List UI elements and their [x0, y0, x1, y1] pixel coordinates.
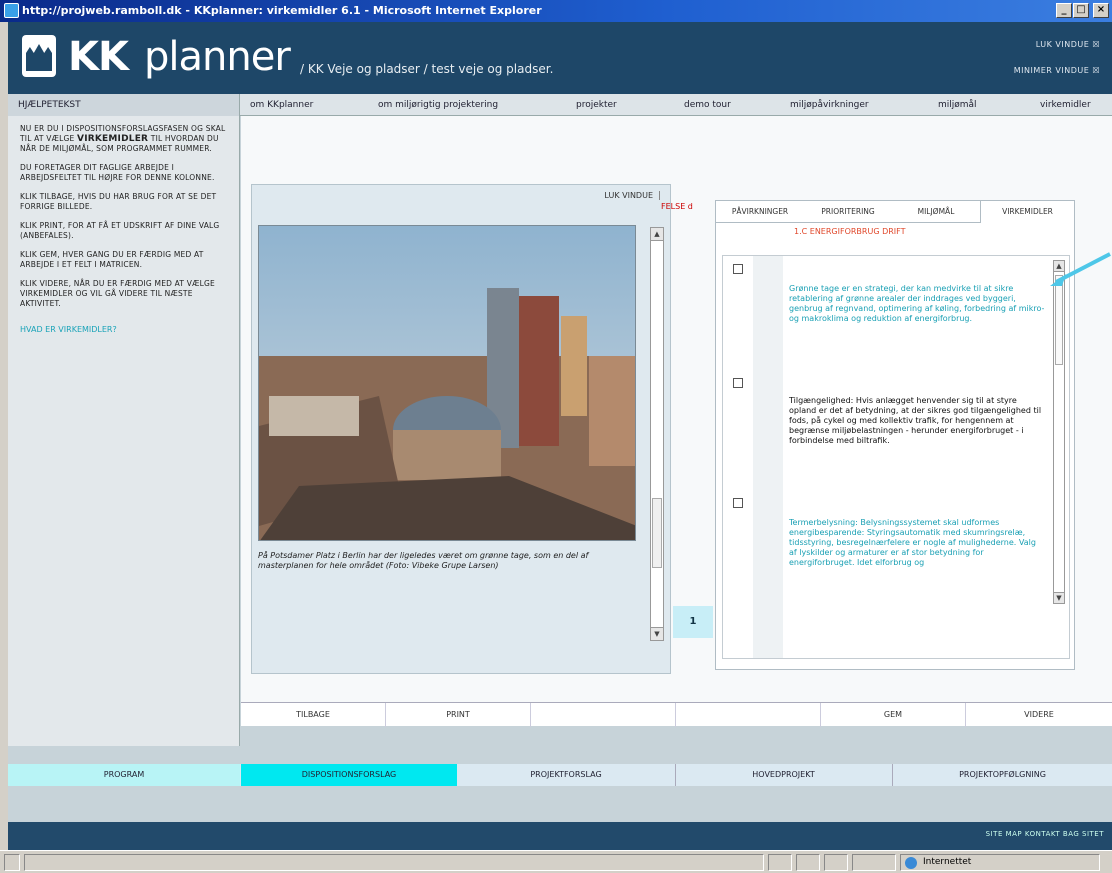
list-gutter	[753, 256, 783, 658]
measure-checkbox[interactable]	[733, 264, 743, 274]
step-hovedprojekt[interactable]: HOVEDPROJEKT	[675, 764, 891, 786]
photo-scrollbar[interactable]: ▲ ▼	[650, 227, 664, 641]
status-bar: Internettet	[0, 850, 1112, 873]
help-text: KLIK PRINT, FOR AT FÅ ET UDSKRIFT AF DIN…	[20, 221, 220, 240]
status-cell	[768, 854, 792, 871]
page-status-icon	[4, 854, 20, 871]
print-button[interactable]: PRINT	[386, 703, 531, 727]
photo-caption: På Potsdamer Platz i Berlin har der lige…	[258, 551, 589, 570]
footer-bar: SITE MAP KONTAKT BAG SITET	[8, 822, 1112, 850]
close-popup-button[interactable]: LUK VINDUE	[604, 191, 660, 200]
help-text: KLIK GEM, HVER GANG DU ER FÆRDIG MED AT …	[20, 250, 204, 269]
app-content: KK planner / KK Veje og pladser / test v…	[8, 22, 1112, 850]
phase-steps: PROGRAM DISPOSITIONSFORSLAG PROJEKTFORSL…	[8, 764, 1112, 786]
tab-prioritering[interactable]: PRIORITERING	[804, 201, 892, 223]
top-nav: HJÆLPETEKST om KKplanner om miljørigtig …	[8, 94, 1112, 116]
minimize-window-link[interactable]: MINIMER VINDUE ☒	[1014, 66, 1100, 75]
measure-item: Termerbelysning: Belysningssystemet skal…	[789, 518, 1036, 567]
copenhagen-crest-logo	[22, 35, 56, 77]
help-text: KLIK TILBAGE, HVIS DU HAR BRUG FOR AT SE…	[20, 192, 217, 211]
scroll-up-icon[interactable]: ▲	[650, 227, 664, 241]
nav-virkemidler[interactable]: virkemidler	[1040, 94, 1091, 116]
nav-om-miljoerigtig[interactable]: om miljørigtig projektering	[378, 94, 498, 116]
ie-icon	[4, 3, 19, 18]
nav-demo-tour[interactable]: demo tour	[684, 94, 731, 116]
empty-button-slot	[676, 703, 821, 727]
footer-links[interactable]: SITE MAP KONTAKT BAG SITET	[986, 830, 1104, 838]
empty-button-slot	[531, 703, 676, 727]
measures-panel: PÅVIRKNINGER PRIORITERING MILJØMÅL VIRKE…	[715, 200, 1075, 670]
tab-paavirkninger[interactable]: PÅVIRKNINGER	[716, 201, 804, 223]
scroll-down-icon[interactable]: ▼	[650, 627, 664, 641]
measure-item: Tilgængelighed: Hvis anlægget henvender …	[789, 396, 1042, 445]
close-window-link[interactable]: LUK VINDUE ☒	[1036, 40, 1100, 49]
zone-label: Internettet	[923, 857, 972, 867]
potsdamer-platz-photo	[258, 225, 636, 541]
measures-list: Grønne tage er en strategi, der kan medv…	[722, 255, 1070, 659]
close-window-button[interactable]: ×	[1093, 3, 1109, 18]
step-program[interactable]: PROGRAM	[8, 764, 240, 786]
measure-checkbox[interactable]	[733, 498, 743, 508]
what-are-measures-link[interactable]: HVAD ER VIRKEMIDLER?	[20, 325, 229, 334]
globe-icon	[905, 857, 917, 869]
browser-window: http://projweb.ramboll.dk - KKplanner: v…	[0, 0, 1112, 873]
title-bar: http://projweb.ramboll.dk - KKplanner: v…	[0, 0, 1112, 22]
status-cell	[824, 854, 848, 871]
step-projektforslag[interactable]: PROJEKTFORSLAG	[458, 764, 674, 786]
panel-tabs: PÅVIRKNINGER PRIORITERING MILJØMÅL VIRKE…	[716, 201, 1074, 223]
help-text: DU FORETAGER DIT FAGLIGE ARBEJDE I ARBEJ…	[20, 163, 215, 182]
nav-miljoemaal[interactable]: miljømål	[938, 94, 977, 116]
matrix-row-number: 1	[673, 606, 713, 638]
nav-miljoepaavirkninger[interactable]: miljøpåvirkninger	[790, 94, 869, 116]
minimize-window-button[interactable]: _	[1056, 3, 1072, 18]
measure-item: Grønne tage er en strategi, der kan medv…	[789, 284, 1045, 323]
brand-kk: KK	[68, 34, 129, 80]
help-heading: HJÆLPETEKST	[8, 94, 240, 116]
step-dispositionsforslag[interactable]: DISPOSITIONSFORSLAG	[241, 764, 457, 786]
status-cell	[852, 854, 896, 871]
back-button[interactable]: TILBAGE	[241, 703, 386, 727]
workspace: LUK VINDUE ▲ ▼ På Potsdamer Platz i Berl…	[241, 116, 1112, 706]
nav-projekter[interactable]: projekter	[576, 94, 617, 116]
window-title: http://projweb.ramboll.dk - KKplanner: v…	[22, 4, 542, 17]
brand-planner: planner	[144, 34, 291, 80]
action-buttons: TILBAGE PRINT GEM VIDERE	[241, 702, 1112, 727]
security-zone: Internettet	[900, 854, 1100, 871]
pointer-arrow-icon	[1050, 252, 1111, 286]
breadcrumb: / KK Veje og pladser / test veje og plad…	[300, 62, 554, 76]
app-header: KK planner / KK Veje og pladser / test v…	[8, 22, 1112, 94]
save-button[interactable]: GEM	[821, 703, 966, 727]
status-cell	[796, 854, 820, 871]
measure-checkbox[interactable]	[733, 378, 743, 388]
tab-fragment: FELSE d	[661, 202, 693, 211]
status-text-area	[24, 854, 764, 871]
step-projektopfoelgning[interactable]: PROJEKTOPFØLGNING	[892, 764, 1112, 786]
photo-popup: LUK VINDUE ▲ ▼ På Potsdamer Platz i Berl…	[251, 184, 671, 674]
maximize-window-button[interactable]: □	[1073, 3, 1089, 18]
help-text: KLIK VIDERE, NÅR DU ER FÆRDIG MED AT VÆL…	[20, 279, 215, 308]
next-button[interactable]: VIDERE	[966, 703, 1112, 727]
help-column: NU ER DU I DISPOSITIONSFORSLAGSFASEN OG …	[8, 116, 240, 746]
panel-subheading: 1.C ENERGIFORBRUG DRIFT	[794, 227, 906, 236]
tab-miljoemaal[interactable]: MILJØMÅL	[892, 201, 980, 223]
help-intro: NU ER DU I DISPOSITIONSFORSLAGSFASEN OG …	[20, 124, 226, 153]
scroll-down-icon[interactable]: ▼	[1053, 592, 1065, 604]
nav-om-kkplanner[interactable]: om KKplanner	[250, 94, 313, 116]
measures-scrollbar[interactable]: ▲ ▼	[1053, 260, 1065, 604]
tab-virkemidler[interactable]: VIRKEMIDLER	[980, 201, 1074, 223]
scroll-thumb[interactable]	[652, 498, 662, 568]
